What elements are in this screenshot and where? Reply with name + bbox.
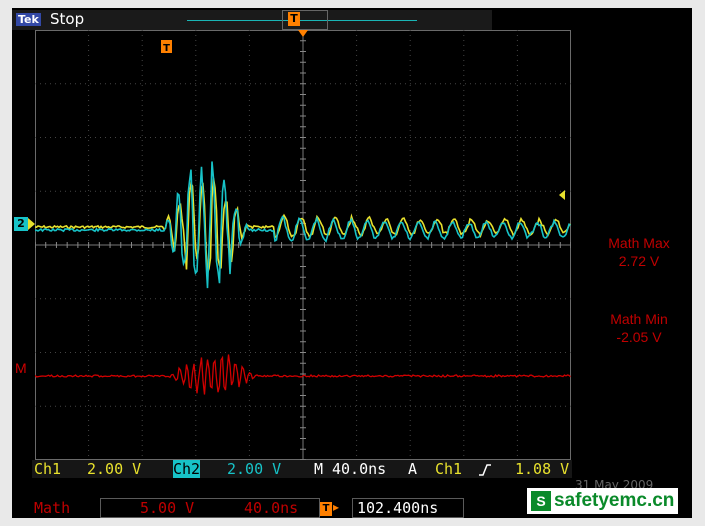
trigger-level-icon	[559, 190, 565, 200]
logo-s-icon: S	[531, 491, 551, 511]
math-max-label: Math Max	[608, 235, 670, 251]
ch2-scale: 2.00 V	[227, 460, 282, 478]
ch2-label: Ch2	[173, 460, 201, 478]
status-bar: Tek Stop T	[12, 10, 492, 30]
trigger-marker-icon	[298, 30, 308, 37]
trigger-t-label: T	[163, 43, 170, 54]
math-min-value: -2.05 V	[616, 329, 662, 345]
math-marker: M	[15, 360, 27, 376]
math-max-value: 2.72 V	[618, 253, 660, 269]
trigger-position: 102.400ns	[357, 499, 439, 517]
brand-badge: Tek	[16, 13, 41, 26]
rising-edge-icon	[479, 464, 491, 476]
math-time: 40.0ns	[244, 499, 299, 517]
acquisition-state: Stop	[50, 10, 85, 28]
ch1-label: Ch1	[34, 460, 62, 478]
ch1-ground-marker	[28, 218, 35, 230]
math-min-label: Math Min	[610, 311, 668, 327]
trigger-mode-label: A	[408, 460, 418, 478]
math-scale: 5.00 V	[140, 499, 195, 517]
trigger-pos-arrow-icon: ▸	[333, 500, 340, 514]
ch2-ground-marker: 2	[14, 217, 28, 231]
math-label: Math	[34, 499, 71, 517]
trigger-pos-icon: T	[320, 502, 332, 516]
trigger-level: 1.08 V	[515, 460, 570, 478]
trigger-position-icon: T	[288, 12, 300, 26]
timebase-value: 40.0ns	[332, 460, 387, 478]
ch1-scale: 2.00 V	[87, 460, 142, 478]
watermark-text: safetyemc.cn	[554, 490, 675, 511]
graticule: T	[35, 30, 571, 460]
watermark-logo: S safetyemc.cn	[527, 488, 679, 514]
trigger-source: Ch1	[435, 460, 463, 478]
timebase-label: M	[314, 460, 324, 478]
grid	[35, 30, 571, 460]
oscilloscope-screen: Tek Stop T T 2 M Math Max 2.72 V Math Mi…	[12, 8, 692, 518]
